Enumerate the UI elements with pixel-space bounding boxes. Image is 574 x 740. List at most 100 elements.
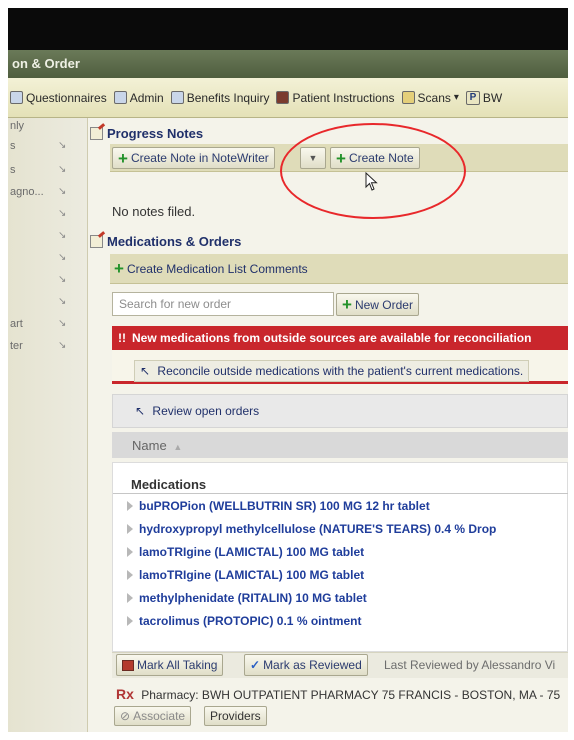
note-dropdown-button[interactable]: ▼ — [300, 147, 326, 169]
admin-icon — [113, 91, 127, 104]
medication-item[interactable]: methylphenidate (RITALIN) 10 MG tablet — [127, 591, 367, 605]
main-panel: Progress Notes + Create Note in NoteWrit… — [88, 118, 568, 732]
associate-button[interactable]: ⊘ Associate — [114, 706, 192, 726]
medication-item[interactable]: lamoTRIgine (LAMICTAL) 100 MG tablet — [127, 568, 364, 582]
mark-as-reviewed-button[interactable]: ✓ Mark as Reviewed — [244, 654, 368, 676]
arrow-icon: ↘ — [58, 340, 67, 351]
review-open-orders-row: ↖ Review open orders — [112, 394, 568, 428]
plus-icon: + — [336, 148, 346, 168]
pharmacy-text: Pharmacy: BWH OUTPATIENT PHARMACY 75 FRA… — [141, 688, 561, 702]
sidebar-item[interactable]: s ↘ — [8, 140, 88, 156]
arrow-icon: ↘ — [58, 186, 67, 197]
sidebar-item-label: ter — [10, 340, 23, 352]
sidebar-item[interactable]: ter ↘ — [8, 340, 88, 356]
pharmacy-info: Rx Pharmacy: BWH OUTPATIENT PHARMACY 75 … — [116, 686, 560, 702]
divider — [113, 493, 568, 494]
create-note-in-notewriter-button[interactable]: + Create Note in NoteWriter — [112, 147, 275, 169]
expand-icon — [127, 524, 133, 534]
button-label: Associate — [133, 709, 186, 723]
medication-name: buPROPion (WELLBUTRIN SR) 100 MG 12 hr t… — [139, 499, 430, 513]
column-label: Name — [132, 438, 167, 453]
section-title: Medications & Orders — [107, 234, 242, 249]
sidebar-item[interactable]: ↘ — [8, 274, 88, 290]
outside-meds-alert: !! New medications from outside sources … — [112, 326, 568, 350]
no-notes-text: No notes filed. — [112, 204, 196, 219]
medication-item[interactable]: buPROPion (WELLBUTRIN SR) 100 MG 12 hr t… — [127, 499, 430, 513]
expand-icon — [127, 616, 133, 626]
sidebar-item[interactable]: ↘ — [8, 208, 88, 224]
toolbar-bw[interactable]: P BW — [465, 90, 503, 105]
medication-name: tacrolimus (PROTOPIC) 0.1 % ointment — [139, 614, 362, 628]
toolbar: Questionnaires Admin Benefits Inquiry Pa… — [8, 78, 568, 118]
toolbar-label: Questionnaires — [26, 90, 107, 105]
arrow-icon: ↘ — [58, 230, 67, 241]
toolbar-scans[interactable]: Scans ▾ — [401, 90, 459, 105]
mouse-cursor-icon — [365, 172, 378, 191]
button-label: Mark All Taking — [137, 658, 218, 672]
review-open-orders-link[interactable]: ↖ Review open orders — [135, 404, 259, 418]
reconcile-outside-meds-link[interactable]: ↖ Reconcile outside medications with the… — [134, 360, 530, 382]
medications-orders-header[interactable]: Medications & Orders — [90, 234, 241, 249]
sidebar-item-label: agno... — [10, 186, 44, 198]
plus-icon: + — [114, 259, 124, 278]
window-title: on & Order — [12, 56, 80, 71]
medication-name: methylphenidate (RITALIN) 10 MG tablet — [139, 591, 367, 605]
sidebar-item-label: s — [10, 140, 16, 152]
search-new-order-input[interactable]: Search for new order — [112, 292, 334, 316]
alert-icon: !! — [118, 331, 126, 345]
monitor-screen: on & Order Questionnaires Admin Benefits… — [8, 8, 568, 732]
button-label: Create Note in NoteWriter — [130, 151, 269, 165]
expand-icon — [127, 570, 133, 580]
window-title-bar: on & Order — [8, 50, 568, 78]
arrow-icon: ↘ — [58, 140, 67, 151]
sidebar-item[interactable]: ↘ — [8, 230, 88, 246]
sidebar-item[interactable]: nly — [8, 120, 88, 136]
arrow-icon: ↘ — [58, 252, 67, 263]
toolbar-label: Admin — [129, 90, 164, 105]
sidebar-item[interactable]: ↘ — [8, 252, 88, 268]
plus-icon: + — [342, 295, 352, 314]
sidebar-item[interactable]: s ↘ — [8, 164, 88, 180]
create-note-button[interactable]: + Create Note — [330, 147, 420, 169]
expand-icon — [127, 501, 133, 511]
sidebar-item-label: nly — [10, 120, 25, 132]
toolbar-label: Scans — [417, 90, 451, 105]
sort-up-icon: ▲ — [173, 442, 183, 452]
progress-notes-header[interactable]: Progress Notes — [90, 126, 203, 141]
sidebar-item[interactable]: art ↘ — [8, 318, 88, 334]
medication-item[interactable]: tacrolimus (PROTOPIC) 0.1 % ointment — [127, 614, 362, 628]
name-column-header[interactable]: Name ▲ — [112, 432, 568, 458]
sidebar-item[interactable]: ↘ — [8, 296, 88, 312]
arrow-icon: ↘ — [58, 164, 67, 175]
section-title: Progress Notes — [107, 126, 204, 141]
medication-item[interactable]: hydroxypropyl methylcellulose (NATURE'S … — [127, 522, 497, 536]
providers-button[interactable]: Providers — [204, 706, 267, 726]
edit-note-icon — [90, 235, 103, 248]
mark-all-taking-button[interactable]: Mark All Taking — [116, 654, 224, 676]
mark-all-icon — [122, 659, 134, 671]
edit-note-icon — [90, 127, 103, 140]
create-medication-list-comments-button[interactable]: + Create Medication List Comments — [114, 260, 308, 277]
sidebar-item-label: art — [10, 318, 23, 330]
photo-frame: on & Order Questionnaires Admin Benefits… — [0, 0, 574, 740]
button-label: New Order — [354, 297, 413, 312]
toolbar-benefits-inquiry[interactable]: Benefits Inquiry — [170, 91, 269, 105]
arrow-icon: ↘ — [58, 296, 67, 307]
toolbar-label: BW — [482, 90, 503, 105]
arrow-icon: ↘ — [58, 318, 67, 329]
button-label: Mark as Reviewed — [263, 658, 362, 672]
toolbar-questionnaires[interactable]: Questionnaires — [10, 91, 107, 105]
sidebar-item[interactable]: agno... ↘ — [8, 186, 88, 202]
toolbar-admin[interactable]: Admin — [113, 90, 164, 105]
medication-item[interactable]: lamoTRIgine (LAMICTAL) 100 MG tablet — [127, 545, 364, 559]
scans-icon — [401, 91, 415, 104]
left-sidebar: nly s ↘ s ↘ agno... ↘ ↘ ↘ ↘ ↘ ↘ art ↘ ter ↘ — [8, 118, 88, 732]
questionnaire-icon — [10, 91, 23, 104]
last-reviewed-text: Last Reviewed by Alessandro Vi — [384, 658, 556, 672]
new-order-button[interactable]: + New Order — [336, 293, 419, 316]
medication-name: hydroxypropyl methylcellulose (NATURE'S … — [139, 522, 497, 536]
sidebar-item-label: s — [10, 164, 16, 176]
toolbar-patient-instructions[interactable]: Patient Instructions — [276, 91, 395, 105]
benefits-icon — [170, 91, 184, 104]
patient-instructions-icon — [276, 91, 290, 104]
